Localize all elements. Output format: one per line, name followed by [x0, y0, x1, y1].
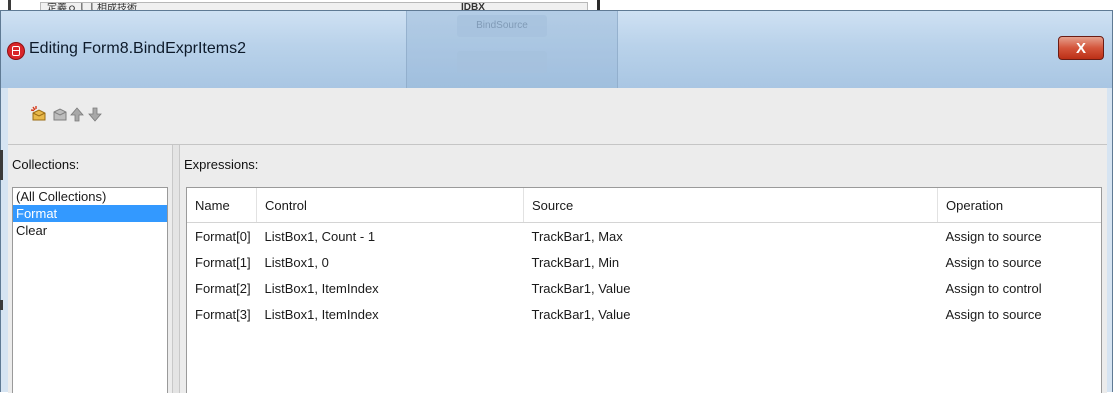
- collection-item-format[interactable]: Format: [13, 205, 167, 222]
- cell-source: TrackBar1, Min: [531, 254, 620, 270]
- collection-item-clear[interactable]: Clear: [13, 222, 167, 239]
- column-header-name[interactable]: Name: [187, 188, 257, 223]
- cell-control: ListBox1, ItemIndex: [264, 306, 379, 322]
- pane-splitter[interactable]: [172, 145, 180, 393]
- cell-name: Format[2]: [195, 280, 251, 296]
- cell-control: ListBox1, Count - 1: [264, 228, 376, 244]
- cell-source: TrackBar1, Value: [531, 306, 631, 322]
- window-title: Editing Form8.BindExprItems2: [29, 40, 246, 57]
- cell-operation: Assign to source: [945, 306, 1042, 322]
- ghost-button: BindSource: [457, 15, 547, 37]
- table-row[interactable]: Format[2] ListBox1, ItemIndex TrackBar1,…: [187, 275, 1101, 301]
- close-button[interactable]: X: [1058, 36, 1104, 60]
- cell-source: TrackBar1, Value: [531, 280, 631, 296]
- toolbar: [8, 88, 1107, 145]
- table-row[interactable]: Format[1] ListBox1, 0 TrackBar1, Min Ass…: [187, 249, 1101, 275]
- move-down-icon[interactable]: [86, 105, 104, 123]
- title-bar[interactable]: BindSource Editing Form8.BindExprItems2 …: [1, 11, 1112, 88]
- column-header-source[interactable]: Source: [523, 188, 938, 223]
- editor-window: BindSource Editing Form8.BindExprItems2 …: [0, 10, 1113, 393]
- collections-pane: Collections: (All Collections) Format Cl…: [8, 145, 172, 393]
- cell-control: ListBox1, 0: [264, 254, 329, 270]
- left-edge-mark: [0, 300, 3, 310]
- collections-label: Collections:: [12, 157, 80, 172]
- expressions-label: Expressions:: [184, 157, 259, 172]
- table-row[interactable]: Format[3] ListBox1, ItemIndex TrackBar1,…: [187, 301, 1101, 327]
- cell-operation: Assign to source: [945, 228, 1042, 244]
- cell-operation: Assign to source: [945, 254, 1042, 270]
- content-area: Collections: (All Collections) Format Cl…: [8, 145, 1107, 393]
- expressions-pane: Expressions: Name Control Source Operati…: [180, 145, 1107, 393]
- expressions-table: Name Control Source Operation Format[0] …: [186, 187, 1102, 393]
- cell-name: Format[0]: [195, 228, 251, 244]
- cell-name: Format[3]: [195, 306, 251, 322]
- app-icon: [7, 42, 25, 60]
- table-header-row: Name Control Source Operation: [187, 188, 1101, 223]
- cell-operation: Assign to control: [945, 280, 1042, 296]
- left-edge-mark: [0, 150, 3, 180]
- cell-name: Format[1]: [195, 254, 251, 270]
- cell-control: ListBox1, ItemIndex: [264, 280, 379, 296]
- table-row[interactable]: Format[0] ListBox1, Count - 1 TrackBar1,…: [187, 223, 1101, 250]
- ghost-button-2: [457, 51, 547, 73]
- new-item-icon[interactable]: [30, 105, 48, 123]
- ghost-window: BindSource: [406, 11, 618, 88]
- column-header-operation[interactable]: Operation: [937, 188, 1101, 223]
- delete-item-icon[interactable]: [51, 105, 69, 123]
- move-up-icon[interactable]: [68, 105, 86, 123]
- cell-source: TrackBar1, Max: [531, 228, 623, 244]
- collection-item-all[interactable]: (All Collections): [13, 188, 167, 205]
- column-header-control[interactable]: Control: [256, 188, 524, 223]
- collections-list[interactable]: (All Collections) Format Clear: [12, 187, 168, 393]
